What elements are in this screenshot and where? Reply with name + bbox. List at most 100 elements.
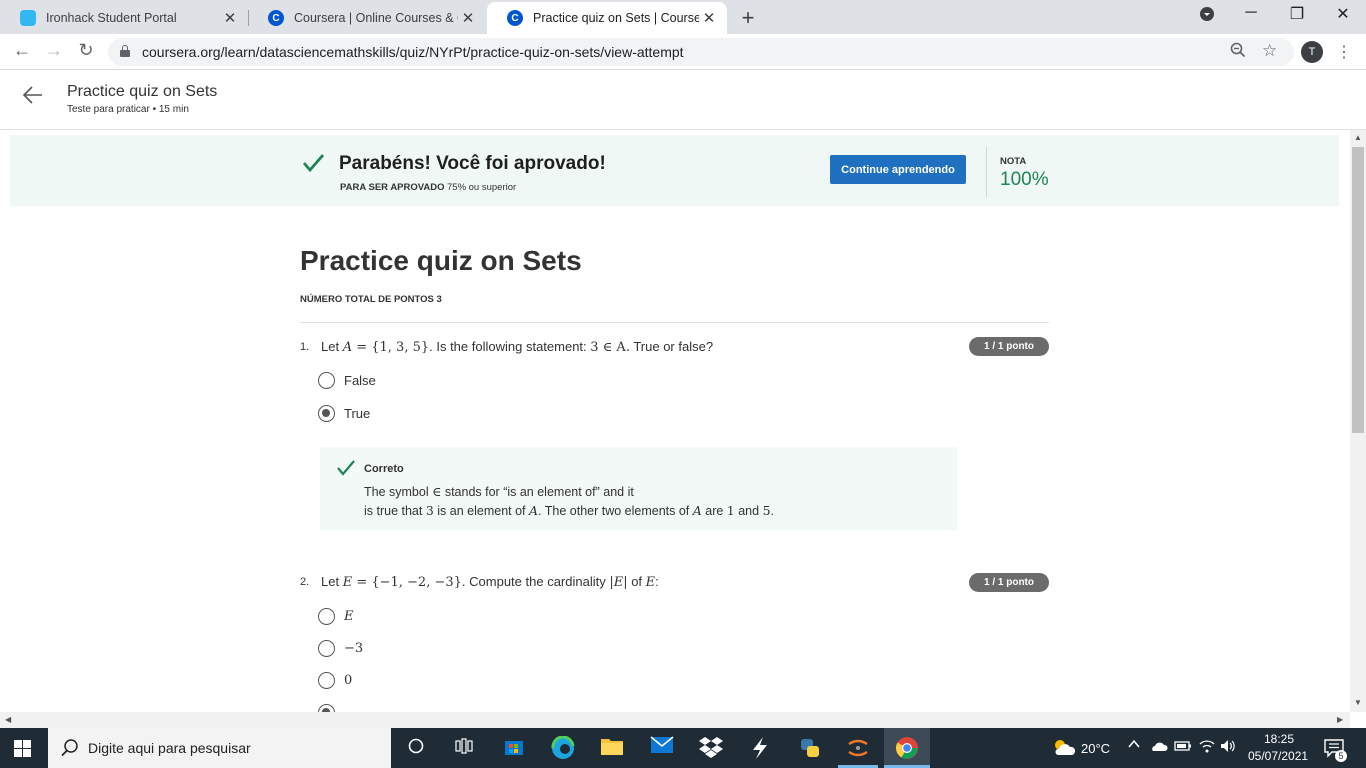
question-text-part: Let xyxy=(321,339,343,354)
weather-icon[interactable] xyxy=(1050,737,1076,762)
windows-taskbar: Digite aqui para pesquisar 20°C 18:25 05… xyxy=(0,728,1366,768)
minimize-button[interactable]: ─ xyxy=(1236,4,1266,22)
onedrive-icon[interactable] xyxy=(1150,740,1168,755)
bookmark-star-icon[interactable]: ☆ xyxy=(1262,41,1277,61)
zoom-icon[interactable] xyxy=(1230,42,1246,63)
option-label: E xyxy=(344,608,354,624)
close-icon[interactable]: ✕ xyxy=(699,9,719,27)
chevron-up-icon[interactable] xyxy=(1128,738,1140,753)
feedback-text: is an element of xyxy=(433,504,529,518)
vertical-scrollbar[interactable]: ▲ ▼ xyxy=(1350,130,1366,712)
volume-icon[interactable] xyxy=(1220,739,1236,756)
dropbox-icon[interactable] xyxy=(699,736,723,760)
tab-title: Practice quiz on Sets | Coursera xyxy=(533,11,699,25)
question-number: 2. xyxy=(300,576,310,588)
clock-time[interactable]: 18:25 xyxy=(1264,732,1294,746)
feedback-text: . xyxy=(770,504,774,518)
scroll-down-icon[interactable]: ▼ xyxy=(1354,698,1362,707)
mail-icon[interactable] xyxy=(650,736,674,760)
pass-threshold-value: 75% ou superior xyxy=(447,182,517,193)
answer-option[interactable]: −3 xyxy=(318,638,363,658)
horizontal-scrollbar[interactable]: ◀ ▶ xyxy=(0,712,1350,728)
back-icon[interactable]: ← xyxy=(10,40,34,61)
feedback-line: is true that 3 is an element of A. The o… xyxy=(364,503,774,518)
math-expression: = {−1, −2, −3} xyxy=(352,575,462,590)
python-icon[interactable] xyxy=(798,736,822,760)
task-view-icon[interactable] xyxy=(452,736,476,760)
cortana-icon[interactable] xyxy=(404,736,428,760)
radio-button[interactable] xyxy=(318,671,335,689)
radio-button[interactable] xyxy=(318,639,335,657)
restore-button[interactable]: ❐ xyxy=(1282,4,1312,24)
answer-option[interactable]: False xyxy=(318,370,376,390)
wifi-icon[interactable] xyxy=(1199,739,1215,756)
new-tab-button[interactable]: + xyxy=(738,5,758,31)
question-text: Let A = {1, 3, 5}. Is the following stat… xyxy=(321,339,713,355)
store-icon[interactable] xyxy=(502,736,526,760)
answer-option-partial[interactable] xyxy=(318,702,335,712)
forward-icon[interactable]: → xyxy=(42,40,66,61)
total-points: NÚMERO TOTAL DE PONTOS 3 xyxy=(300,294,442,305)
app-icon[interactable] xyxy=(748,736,772,760)
math-symbol: 5 xyxy=(762,503,771,518)
math-symbol: A xyxy=(692,503,702,518)
taskbar-search[interactable]: Digite aqui para pesquisar xyxy=(48,728,391,768)
radio-button-selected[interactable] xyxy=(318,404,335,422)
option-label: 0 xyxy=(344,672,353,688)
clock-date[interactable]: 05/07/2021 xyxy=(1248,749,1308,763)
tab-search-icon[interactable] xyxy=(1192,6,1222,27)
feedback-line: The symbol ∈ stands for “is an element o… xyxy=(364,484,634,499)
scroll-up-icon[interactable]: ▲ xyxy=(1354,133,1362,142)
notification-count: 5 xyxy=(1335,750,1347,762)
jupyter-icon[interactable] xyxy=(846,736,870,760)
scroll-left-icon[interactable]: ◀ xyxy=(5,715,11,724)
tab-title: Ironhack Student Portal xyxy=(46,11,177,25)
address-bar[interactable]: coursera.org/learn/datasciencemathskills… xyxy=(108,38,1294,66)
continue-button[interactable]: Continue aprendendo xyxy=(830,155,966,184)
tab-ironhack[interactable]: Ironhack Student Portal ✕ xyxy=(0,2,248,34)
file-explorer-icon[interactable] xyxy=(600,736,624,760)
feedback-text: The symbol xyxy=(364,485,433,499)
browser-tab-strip: Ironhack Student Portal ✕ C Coursera | O… xyxy=(0,0,1366,34)
banner-title: Parabéns! Você foi aprovado! xyxy=(339,153,606,174)
answer-option[interactable]: 0 xyxy=(318,670,352,690)
answer-option[interactable]: E xyxy=(318,606,354,626)
tab-practice-quiz[interactable]: C Practice quiz on Sets | Coursera ✕ xyxy=(487,2,727,34)
radio-button-selected[interactable] xyxy=(318,703,335,712)
reload-icon[interactable]: ↻ xyxy=(74,40,98,61)
tab-title: Coursera | Online Courses & Cred xyxy=(294,11,458,25)
back-arrow-icon[interactable] xyxy=(22,84,44,113)
chrome-icon[interactable] xyxy=(895,736,919,760)
scroll-thumb[interactable] xyxy=(1352,147,1364,433)
profile-avatar[interactable]: T xyxy=(1301,41,1323,63)
question-text-part: True or false? xyxy=(629,339,714,354)
radio-button[interactable] xyxy=(318,607,335,625)
points-badge: 1 / 1 ponto xyxy=(969,573,1049,592)
radio-button[interactable] xyxy=(318,371,335,389)
feedback-text: are xyxy=(701,504,727,518)
browser-menu-icon[interactable]: ⋮ xyxy=(1336,42,1352,62)
answer-option[interactable]: True xyxy=(318,403,370,423)
scroll-right-icon[interactable]: ▶ xyxy=(1337,715,1343,724)
math-expression: 3 ∈ A. xyxy=(590,340,630,355)
close-icon[interactable]: ✕ xyxy=(458,9,478,27)
search-placeholder: Digite aqui para pesquisar xyxy=(88,740,251,756)
close-icon[interactable]: ✕ xyxy=(220,9,240,27)
question-text-part: of xyxy=(627,574,646,589)
option-label: True xyxy=(344,405,371,421)
close-window-button[interactable]: ✕ xyxy=(1328,4,1358,24)
divider xyxy=(300,322,1049,323)
math-symbol: 1 xyxy=(726,503,735,518)
search-icon xyxy=(61,739,78,757)
grade-label: NOTA xyxy=(1000,156,1027,167)
windows-start-icon[interactable] xyxy=(14,740,31,757)
battery-icon[interactable] xyxy=(1174,739,1192,756)
tab-coursera-home[interactable]: C Coursera | Online Courses & Cred ✕ xyxy=(248,2,486,34)
url-text[interactable]: coursera.org/learn/datasciencemathskills… xyxy=(142,44,684,60)
edge-icon[interactable] xyxy=(551,735,575,760)
pass-threshold-label: PARA SER APROVADO xyxy=(340,182,445,193)
header-subtitle: Teste para praticar • 15 min xyxy=(67,104,189,115)
main-content: Parabéns! Você foi aprovado! PARA SER AP… xyxy=(0,130,1350,712)
ironhack-icon xyxy=(20,10,36,26)
weather-temperature[interactable]: 20°C xyxy=(1081,741,1110,756)
